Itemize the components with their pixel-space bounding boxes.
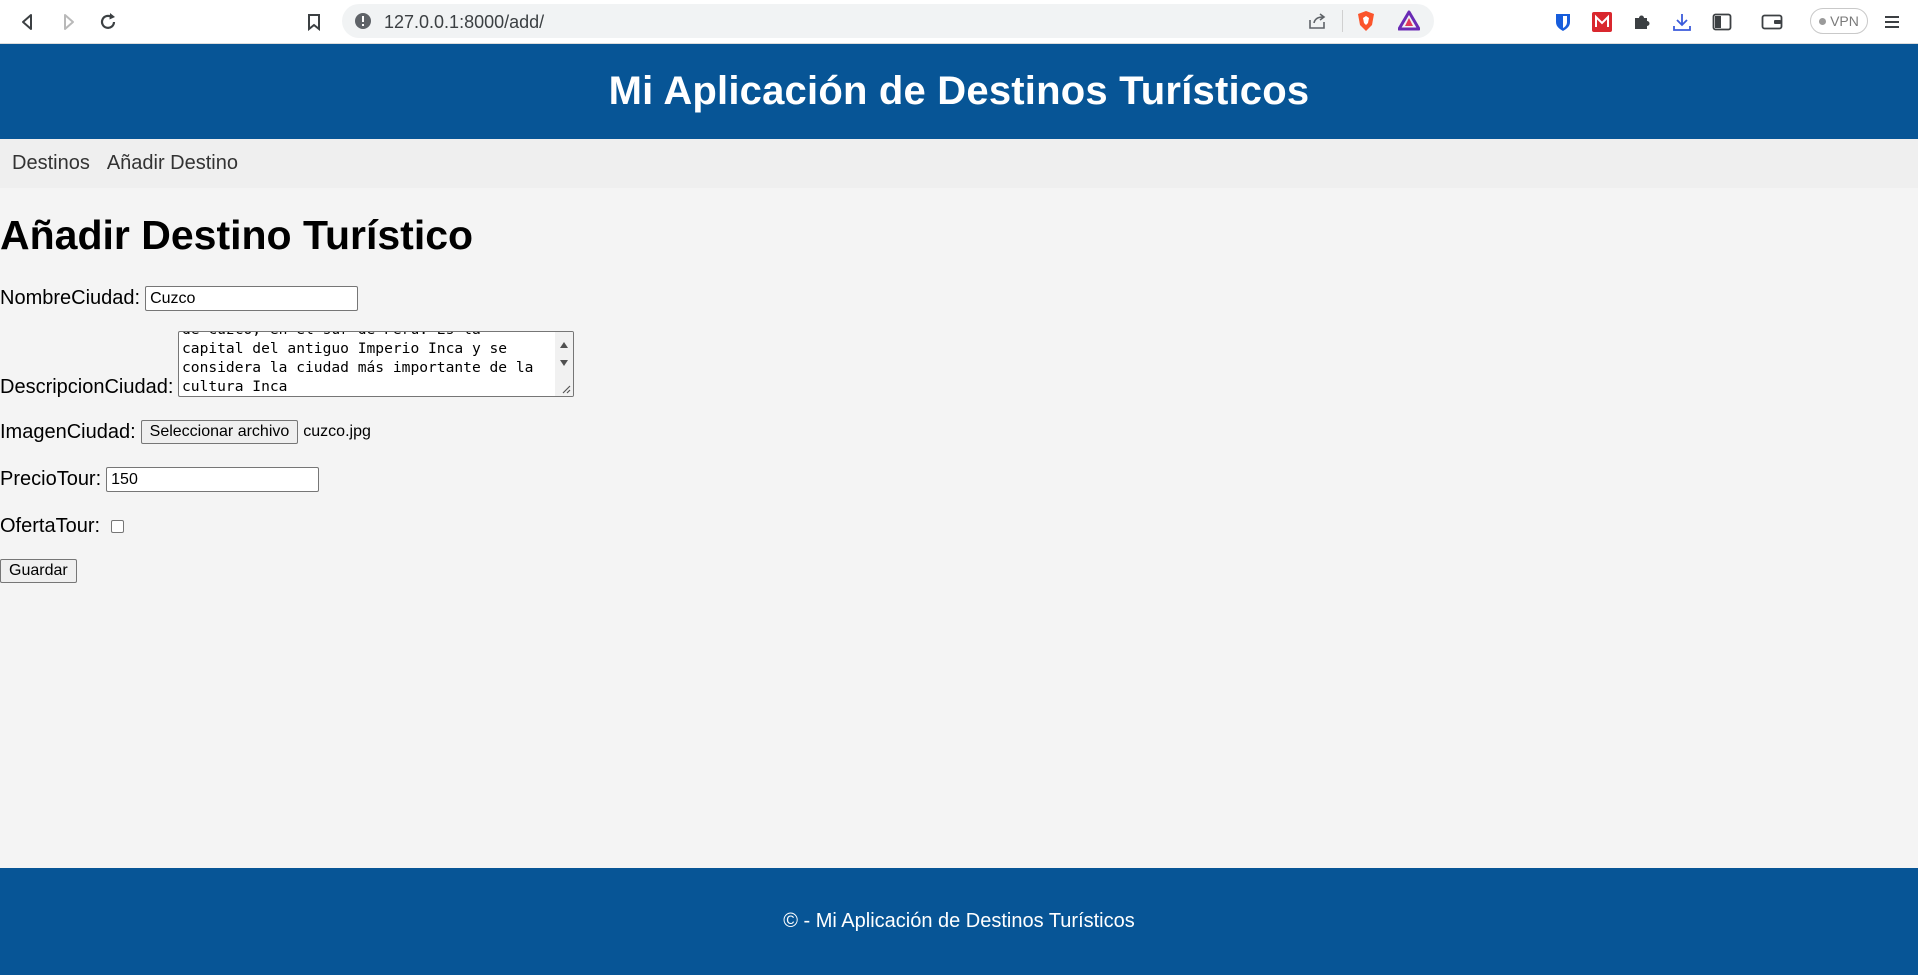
brave-shield-icon[interactable]	[1356, 10, 1376, 37]
submit-row: Guardar	[0, 559, 77, 583]
bitwarden-extension-icon[interactable]	[1551, 10, 1575, 34]
nombre-row: NombreCiudad:	[0, 286, 359, 311]
downloads-icon[interactable]	[1670, 10, 1694, 34]
site-info-icon[interactable]	[354, 12, 372, 35]
imagen-row: ImagenCiudad: Seleccionar archivo cuzco.…	[0, 420, 371, 444]
descripcion-row: DescripcionCiudad:	[0, 376, 178, 399]
guardar-button[interactable]: Guardar	[0, 559, 77, 583]
descripcion-label: DescripcionCiudad:	[0, 376, 174, 398]
resize-handle-icon[interactable]	[561, 384, 571, 394]
bookmark-icon[interactable]	[302, 10, 326, 34]
back-icon[interactable]	[16, 10, 40, 34]
extensions-puzzle-icon[interactable]	[1630, 10, 1654, 34]
forward-icon[interactable]	[56, 10, 80, 34]
wallet-icon[interactable]	[1760, 10, 1784, 34]
nav-link-anadir-destino[interactable]: Añadir Destino	[107, 152, 238, 175]
site-footer: © - Mi Aplicación de Destinos Turísticos	[0, 868, 1918, 975]
nombre-label: NombreCiudad:	[0, 287, 141, 309]
oferta-row: OfertaTour:	[0, 515, 125, 538]
scroll-up-icon[interactable]	[560, 342, 568, 348]
brave-rewards-icon[interactable]	[1397, 10, 1421, 37]
descripcion-text: de Cuzco, en el sur de Perú. Es la capit…	[182, 332, 534, 395]
file-select-button[interactable]: Seleccionar archivo	[140, 420, 299, 444]
site-nav: Destinos Añadir Destino	[0, 139, 1918, 188]
precio-label: PrecioTour:	[0, 468, 102, 490]
imagen-label: ImagenCiudad:	[0, 420, 136, 443]
sidebar-icon[interactable]	[1710, 10, 1734, 34]
browser-toolbar: 127.0.0.1:8000/add/ VPN	[0, 0, 1918, 44]
oferta-checkbox[interactable]	[111, 520, 125, 533]
share-icon[interactable]	[1308, 12, 1328, 35]
address-bar[interactable]: 127.0.0.1:8000/add/	[342, 4, 1434, 38]
reload-icon[interactable]	[96, 10, 120, 34]
url-text: 127.0.0.1:8000/add/	[384, 12, 545, 32]
footer-text: © - Mi Aplicación de Destinos Turísticos	[783, 910, 1135, 932]
precio-row: PrecioTour:	[0, 467, 320, 492]
vpn-button[interactable]: VPN	[1810, 8, 1868, 34]
mega-extension-icon[interactable]	[1590, 10, 1614, 34]
site-header: Mi Aplicación de Destinos Turísticos	[0, 44, 1918, 139]
scroll-down-icon[interactable]	[560, 360, 568, 366]
precio-input[interactable]	[106, 467, 320, 492]
oferta-label: OfertaTour:	[0, 515, 101, 537]
vpn-label: VPN	[1830, 13, 1859, 29]
selected-file-name: cuzco.jpg	[303, 423, 371, 440]
nav-link-destinos[interactable]: Destinos	[12, 152, 90, 175]
descripcion-textarea[interactable]: de Cuzco, en el sur de Perú. Es la capit…	[178, 331, 574, 397]
page-title: Añadir Destino Turístico	[0, 212, 474, 258]
site-title: Mi Aplicación de Destinos Turísticos	[608, 69, 1310, 113]
menu-icon[interactable]	[1880, 10, 1904, 34]
nombre-input[interactable]	[145, 286, 359, 311]
vpn-status-dot	[1819, 17, 1827, 25]
